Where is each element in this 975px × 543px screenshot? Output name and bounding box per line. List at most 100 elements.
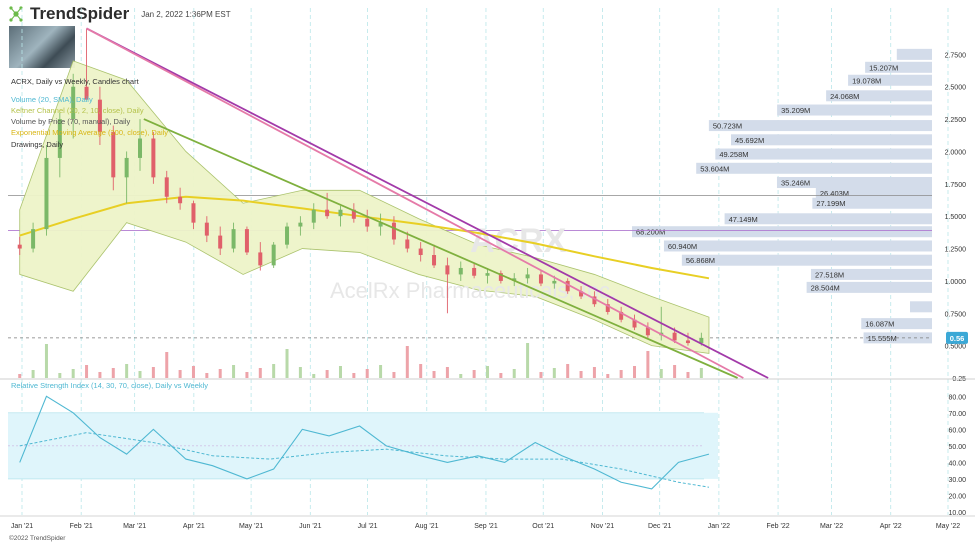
- volume-bar: [31, 370, 35, 378]
- candle-body: [218, 235, 223, 249]
- chart-title: ACRX, Daily vs Weekly, Candles chart: [11, 77, 139, 86]
- volume-bar: [459, 374, 463, 378]
- volume-bar: [325, 370, 329, 378]
- price-axis-label: 1.5000: [945, 214, 967, 221]
- volume-by-price-label: 26.403M: [820, 189, 849, 198]
- x-tick-label: Apr '21: [183, 523, 205, 530]
- x-tick-label: Jun '21: [299, 523, 321, 530]
- volume-bar: [125, 364, 129, 378]
- volume-by-price-bar: [696, 162, 932, 174]
- rsi-axis-label: 30.00: [948, 477, 966, 484]
- x-tick-label: Mar '22: [820, 523, 843, 530]
- candle-body: [204, 222, 209, 236]
- ema-indicator-label[interactable]: Exponential Moving Average (200, close),…: [11, 128, 168, 138]
- x-tick-label: Aug '21: [415, 523, 439, 530]
- candle-body: [138, 138, 143, 158]
- candle-body: [17, 244, 22, 249]
- volume-bar: [699, 368, 703, 378]
- x-tick-label: Jan '21: [11, 523, 33, 530]
- candle-body: [271, 244, 276, 266]
- volume-bar: [352, 373, 356, 378]
- rsi-indicator-label[interactable]: Relative Strength Index (14, 30, 70, clo…: [11, 381, 208, 391]
- volume-by-price-bar: [896, 48, 932, 60]
- price-axis-label: 0.7500: [945, 311, 967, 318]
- candle-body: [31, 229, 36, 249]
- volume-bar: [419, 364, 423, 378]
- volume-bar: [298, 367, 302, 378]
- candle-body: [178, 196, 183, 204]
- candle-body: [124, 157, 129, 178]
- volume-bar: [111, 368, 115, 378]
- volume-bar: [579, 371, 583, 378]
- rsi-axis-label: 50.00: [948, 444, 966, 451]
- volume-by-price-label: 15.555M: [868, 334, 897, 343]
- volume-bar: [85, 365, 89, 378]
- volume-by-price-label: 24.068M: [830, 92, 859, 101]
- candle-body: [552, 280, 557, 284]
- rsi-band: [8, 412, 718, 479]
- candle-body: [672, 332, 677, 341]
- keltner-channel: [19, 60, 710, 354]
- volume-bar: [138, 371, 142, 378]
- volume-by-price-bar: [663, 240, 932, 252]
- volume-by-price-label: 45.692M: [735, 136, 764, 145]
- volume-bar: [552, 368, 556, 378]
- candle-body: [231, 229, 236, 249]
- candle-body: [44, 157, 49, 230]
- volume-bar: [18, 374, 22, 378]
- volume-bar: [338, 366, 342, 378]
- price-axis-label: 0.5000: [945, 344, 967, 351]
- price-axis-label: 1.2500: [945, 247, 967, 254]
- x-tick-label: Apr '22: [880, 523, 902, 530]
- volume-bar: [245, 372, 249, 378]
- volume-bar: [58, 373, 62, 378]
- volume-bar: [392, 372, 396, 378]
- candle-body: [285, 226, 290, 245]
- candle-body: [525, 274, 530, 279]
- price-chart[interactable]: Jan '21 Feb '21 Mar '21 Apr '21 May '21 Jun '…: [0, 0, 975, 543]
- candle-body: [164, 177, 169, 197]
- volume-bar: [218, 369, 222, 378]
- watermark-name: AcelRx Pharmaceuticals, Inc.: [330, 278, 616, 303]
- volume-bar: [592, 367, 596, 378]
- volume-bar: [486, 366, 490, 378]
- drawings-label[interactable]: Drawings, Daily: [11, 140, 63, 150]
- vbp-indicator-label[interactable]: Volume by Price (70, manual), Daily: [11, 117, 130, 127]
- volume-by-price-label: 60.940M: [668, 242, 697, 251]
- candle-body: [432, 255, 437, 266]
- x-tick-label: Mar '21: [123, 523, 146, 530]
- volume-bar: [633, 366, 637, 378]
- candle-body: [685, 340, 690, 344]
- candle-body: [338, 209, 343, 217]
- volume-by-price-label: 27.518M: [815, 270, 844, 279]
- x-tick-label: May '21: [239, 523, 263, 530]
- volume-bar: [432, 371, 436, 378]
- volume-bar: [232, 365, 236, 378]
- candle-body: [151, 138, 156, 178]
- keltner-indicator-label[interactable]: Keltner Channel (20, 2, 10, close), Dail…: [11, 106, 144, 116]
- volume-indicator-label[interactable]: Volume (20, SMA), Daily: [11, 95, 93, 105]
- x-tick-label: Feb '21: [70, 523, 93, 530]
- rsi-axis-label: 80.00: [948, 394, 966, 401]
- volume-bar: [673, 365, 677, 378]
- candle-body: [458, 267, 463, 275]
- volume-bar: [566, 364, 570, 378]
- volume-bar: [44, 344, 48, 378]
- candle-body: [325, 209, 330, 217]
- volume-bar: [98, 372, 102, 378]
- volume-bar: [686, 372, 690, 378]
- price-axis-label: 2.0000: [945, 149, 967, 156]
- x-tick-label: Nov '21: [591, 523, 615, 530]
- volume-by-price-label: 19.078M: [852, 76, 881, 85]
- volume-bar: [205, 373, 209, 378]
- candle-body: [111, 132, 116, 178]
- volume-bar: [71, 369, 75, 378]
- volume-by-price-label: 16.087M: [865, 320, 894, 329]
- x-tick-label: Sep '21: [474, 523, 498, 530]
- volume-bar: [659, 369, 663, 378]
- rsi-axis-label: 70.00: [948, 411, 966, 418]
- candle-body: [485, 273, 490, 276]
- volume-by-price-label: 50.723M: [713, 122, 742, 131]
- volume-by-price-label: 68.200M: [636, 228, 665, 237]
- price-axis-label: 2.7500: [945, 52, 967, 59]
